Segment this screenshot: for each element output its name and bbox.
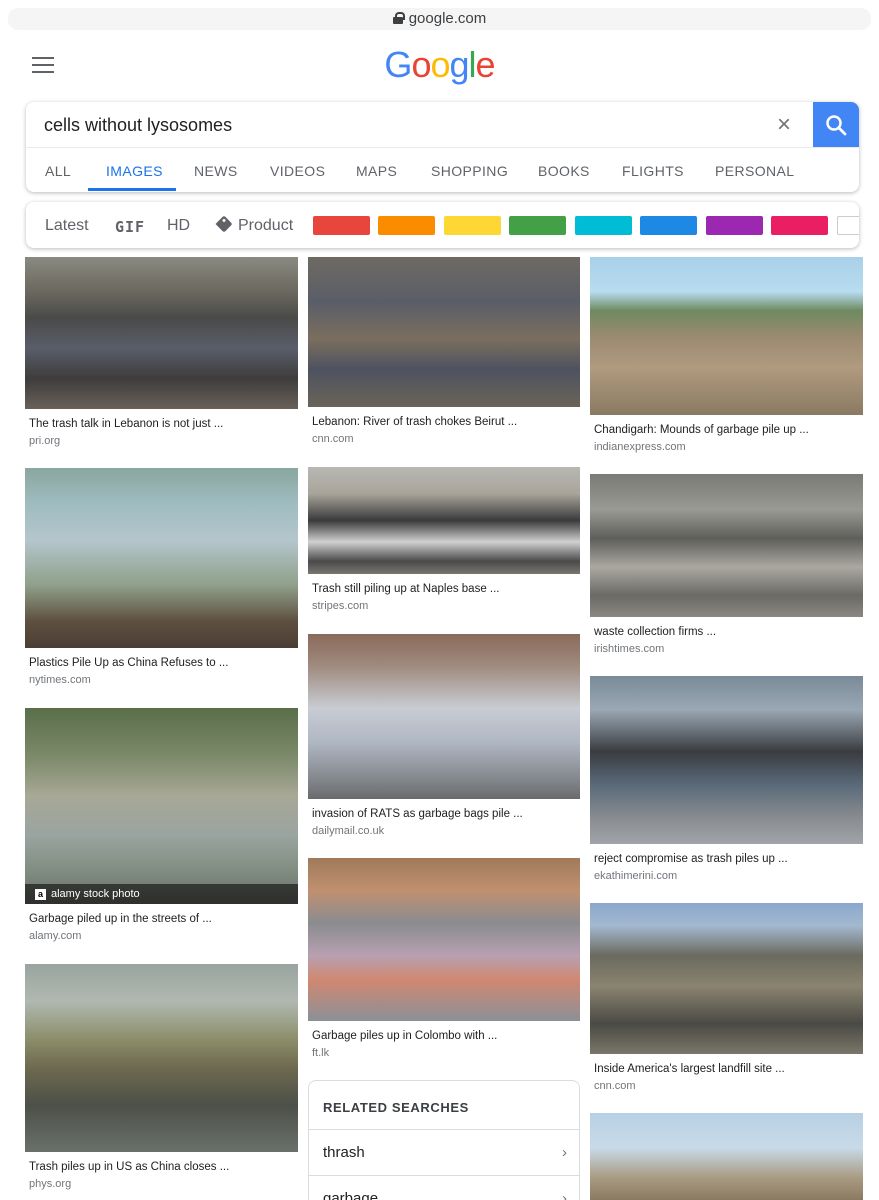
color-swatch-white[interactable] bbox=[837, 216, 859, 235]
color-swatch-green[interactable] bbox=[509, 216, 566, 235]
result-thumbnail[interactable] bbox=[25, 468, 298, 648]
tab-flights[interactable]: FLIGHTS bbox=[622, 163, 684, 179]
result-source: indianexpress.com bbox=[594, 441, 686, 453]
search-button[interactable] bbox=[813, 102, 859, 147]
result-thumbnail[interactable] bbox=[590, 676, 863, 844]
filter-product[interactable]: Product bbox=[215, 215, 293, 235]
image-result[interactable]: The trash talk in Lebanon is not just ..… bbox=[25, 257, 298, 457]
image-result[interactable]: reject compromise as trash piles up ... … bbox=[590, 676, 863, 890]
result-title[interactable]: Plastics Pile Up as China Refuses to ... bbox=[29, 657, 228, 669]
url-text: google.com bbox=[408, 10, 487, 27]
related-search-item[interactable]: garbage › bbox=[309, 1175, 579, 1200]
tab-news[interactable]: NEWS bbox=[194, 163, 238, 179]
result-source: cnn.com bbox=[312, 433, 354, 445]
result-thumbnail[interactable] bbox=[590, 257, 863, 415]
result-thumbnail[interactable] bbox=[590, 903, 863, 1054]
result-thumbnail[interactable] bbox=[25, 964, 298, 1152]
image-result[interactable]: waste collection firms ... irishtimes.co… bbox=[590, 474, 863, 666]
image-filter-bar: Latest GIF HD Product bbox=[26, 202, 859, 248]
color-swatch-blue[interactable] bbox=[640, 216, 697, 235]
color-swatch-red[interactable] bbox=[313, 216, 370, 235]
search-icon bbox=[826, 115, 847, 136]
image-result[interactable]: Trash piles up in US as China closes ...… bbox=[25, 964, 298, 1200]
search-tabs: ALL IMAGES NEWS VIDEOS MAPS SHOPPING BOO… bbox=[26, 148, 859, 192]
filter-gif[interactable]: GIF bbox=[115, 218, 145, 236]
tag-icon bbox=[215, 215, 233, 233]
result-thumbnail[interactable] bbox=[308, 634, 580, 799]
result-thumbnail[interactable] bbox=[308, 467, 580, 574]
alamy-logo-icon: a bbox=[35, 889, 46, 900]
chevron-right-icon: › bbox=[562, 1190, 567, 1200]
browser-url-bar[interactable]: google.com bbox=[8, 8, 871, 30]
color-swatch-orange[interactable] bbox=[378, 216, 435, 235]
related-searches: RELATED SEARCHES thrash › garbage › bbox=[308, 1080, 580, 1200]
clear-icon[interactable]: × bbox=[774, 113, 794, 137]
color-swatch-purple[interactable] bbox=[706, 216, 763, 235]
result-source: stripes.com bbox=[312, 600, 369, 612]
result-source: ekathimerini.com bbox=[594, 870, 678, 882]
tab-personal[interactable]: PERSONAL bbox=[715, 163, 794, 179]
image-result[interactable]: a alamy stock photo Garbage piled up in t… bbox=[25, 708, 298, 948]
result-thumbnail[interactable] bbox=[308, 858, 580, 1021]
image-result[interactable]: Garbage piles up in Colombo with ... ft.… bbox=[308, 858, 580, 1066]
result-source: pri.org bbox=[29, 435, 61, 447]
color-swatch-yellow[interactable] bbox=[444, 216, 501, 235]
related-searches-title: RELATED SEARCHES bbox=[323, 1100, 469, 1115]
result-thumbnail[interactable] bbox=[25, 257, 298, 409]
result-title[interactable]: Chandigarh: Mounds of garbage pile up ..… bbox=[594, 424, 809, 436]
result-title[interactable]: Trash still piling up at Naples base ... bbox=[312, 583, 500, 595]
color-swatch-pink[interactable] bbox=[771, 216, 828, 235]
result-title[interactable]: Garbage piled up in the streets of ... bbox=[29, 913, 212, 925]
image-result[interactable]: Lebanon: River of trash chokes Beirut ..… bbox=[308, 257, 580, 457]
result-source: phys.org bbox=[29, 1178, 72, 1190]
related-search-item[interactable]: thrash › bbox=[309, 1129, 579, 1175]
result-title[interactable]: invasion of RATS as garbage bags pile ..… bbox=[312, 808, 523, 820]
result-title[interactable]: The trash talk in Lebanon is not just ..… bbox=[29, 418, 223, 430]
result-source: nytimes.com bbox=[29, 674, 91, 686]
result-source: dailymail.co.uk bbox=[312, 825, 385, 837]
filter-hd[interactable]: HD bbox=[167, 217, 190, 235]
tab-videos[interactable]: VIDEOS bbox=[270, 163, 325, 179]
search-card: × ALL IMAGES NEWS VIDEOS MAPS SHOPPING B… bbox=[26, 102, 859, 192]
image-result[interactable]: Inside America's largest landfill site .… bbox=[590, 903, 863, 1103]
result-thumbnail[interactable] bbox=[590, 474, 863, 617]
result-title[interactable]: waste collection firms ... bbox=[594, 626, 716, 638]
result-thumbnail[interactable]: a alamy stock photo bbox=[25, 708, 298, 904]
google-logo[interactable]: Google bbox=[0, 44, 879, 86]
color-swatch-teal[interactable] bbox=[575, 216, 632, 235]
image-result[interactable]: Chandigarh: Mounds of garbage pile up ..… bbox=[590, 257, 863, 462]
tab-maps[interactable]: MAPS bbox=[356, 163, 397, 179]
tab-images[interactable]: IMAGES bbox=[106, 163, 163, 179]
result-source: irishtimes.com bbox=[594, 643, 665, 655]
result-title[interactable]: reject compromise as trash piles up ... bbox=[594, 853, 788, 865]
result-source: ft.lk bbox=[312, 1047, 330, 1059]
image-result[interactable]: Trash still piling up at Naples base ...… bbox=[308, 467, 580, 627]
result-source: alamy.com bbox=[29, 930, 82, 942]
tab-all[interactable]: ALL bbox=[45, 163, 71, 179]
result-title[interactable]: Garbage piles up in Colombo with ... bbox=[312, 1030, 497, 1042]
image-result[interactable]: Plastics Pile Up as China Refuses to ...… bbox=[25, 468, 298, 693]
lock-icon bbox=[392, 12, 405, 24]
chevron-right-icon: › bbox=[562, 1144, 567, 1161]
result-thumbnail[interactable] bbox=[590, 1113, 863, 1200]
result-source: cnn.com bbox=[594, 1080, 636, 1092]
filter-latest[interactable]: Latest bbox=[45, 217, 89, 235]
image-watermark: a alamy stock photo bbox=[25, 884, 298, 904]
image-result[interactable] bbox=[590, 1113, 863, 1200]
result-title[interactable]: Lebanon: River of trash chokes Beirut ..… bbox=[312, 416, 517, 428]
tab-shopping[interactable]: SHOPPING bbox=[431, 163, 508, 179]
tab-books[interactable]: BOOKS bbox=[538, 163, 590, 179]
active-tab-indicator bbox=[88, 188, 176, 191]
image-result[interactable]: invasion of RATS as garbage bags pile ..… bbox=[308, 634, 580, 844]
search-input[interactable] bbox=[44, 114, 744, 136]
result-thumbnail[interactable] bbox=[308, 257, 580, 407]
result-title[interactable]: Trash piles up in US as China closes ... bbox=[29, 1161, 229, 1173]
result-title[interactable]: Inside America's largest landfill site .… bbox=[594, 1063, 785, 1075]
